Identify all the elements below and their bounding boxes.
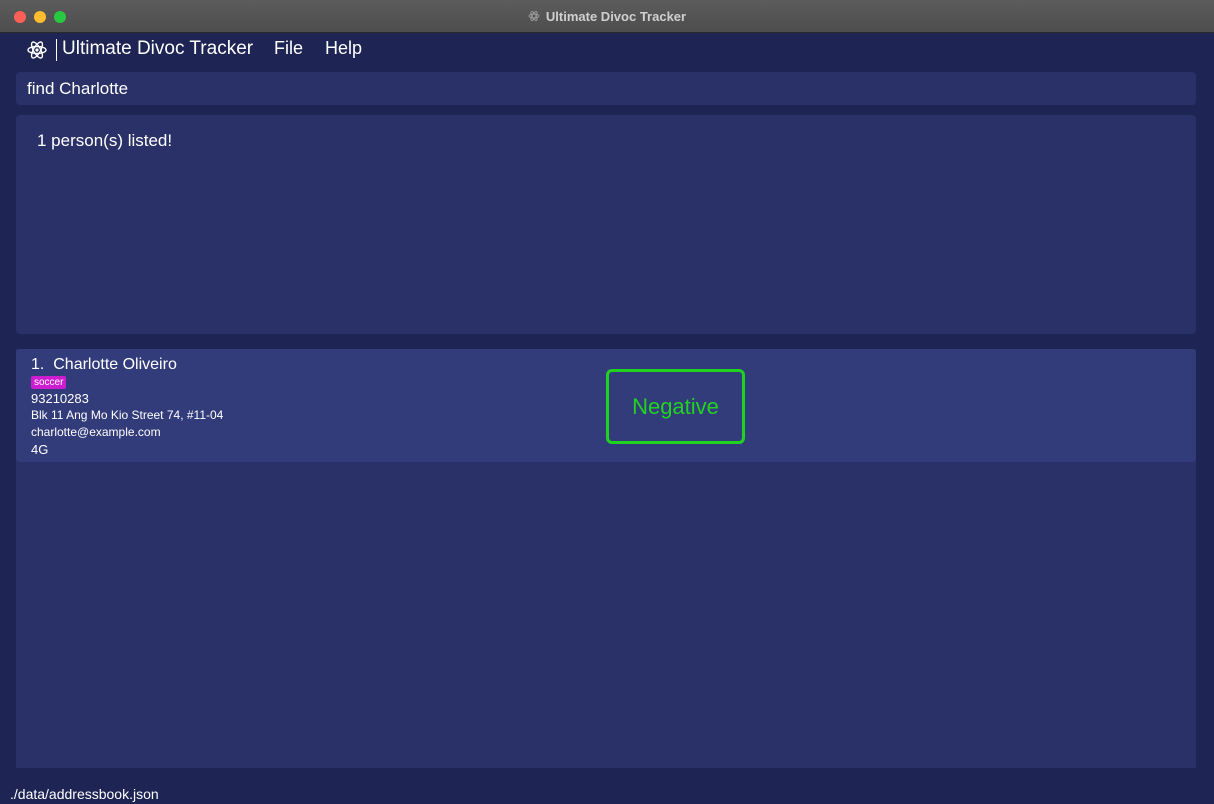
- save-file-path: ./data/addressbook.json: [10, 786, 159, 802]
- person-index: 1.: [31, 356, 45, 373]
- status-badge: Negative: [606, 369, 745, 444]
- person-vaccine: 4G: [31, 442, 49, 457]
- menu-help[interactable]: Help: [325, 38, 362, 59]
- app-name: Ultimate Divoc Tracker: [62, 38, 254, 59]
- menu-file[interactable]: File: [274, 38, 303, 59]
- status-bar: ./data/addressbook.json: [0, 775, 1214, 804]
- person-list-panel[interactable]: 1. Charlotte Oliveiro soccer 93210283 Bl…: [16, 349, 1196, 768]
- menu-divider: [56, 39, 57, 61]
- atom-icon: [528, 9, 540, 26]
- person-email: charlotte@example.com: [31, 425, 161, 439]
- person-name: 1. Charlotte Oliveiro: [31, 356, 177, 374]
- result-display: 1 person(s) listed!: [16, 115, 1196, 334]
- app-window: Ultimate Divoc Tracker Ultimate Divoc Tr…: [0, 0, 1214, 804]
- menu-bar: Ultimate Divoc Tracker File Help: [0, 33, 1214, 67]
- result-message: 1 person(s) listed!: [37, 131, 173, 150]
- window-title: Ultimate Divoc Tracker: [545, 9, 687, 24]
- atom-icon: [26, 39, 48, 61]
- title-bar[interactable]: Ultimate Divoc Tracker: [0, 0, 1214, 33]
- command-box: [16, 72, 1196, 105]
- person-address: Blk 11 Ang Mo Kio Street 74, #11-04: [31, 408, 224, 422]
- window-title-container: Ultimate Divoc Tracker: [0, 9, 1214, 26]
- person-phone: 93210283: [31, 391, 89, 406]
- person-card[interactable]: 1. Charlotte Oliveiro soccer 93210283 Bl…: [16, 349, 1196, 462]
- command-input[interactable]: [16, 72, 1196, 105]
- person-name-text: Charlotte Oliveiro: [53, 356, 177, 373]
- person-tag: soccer: [31, 376, 67, 389]
